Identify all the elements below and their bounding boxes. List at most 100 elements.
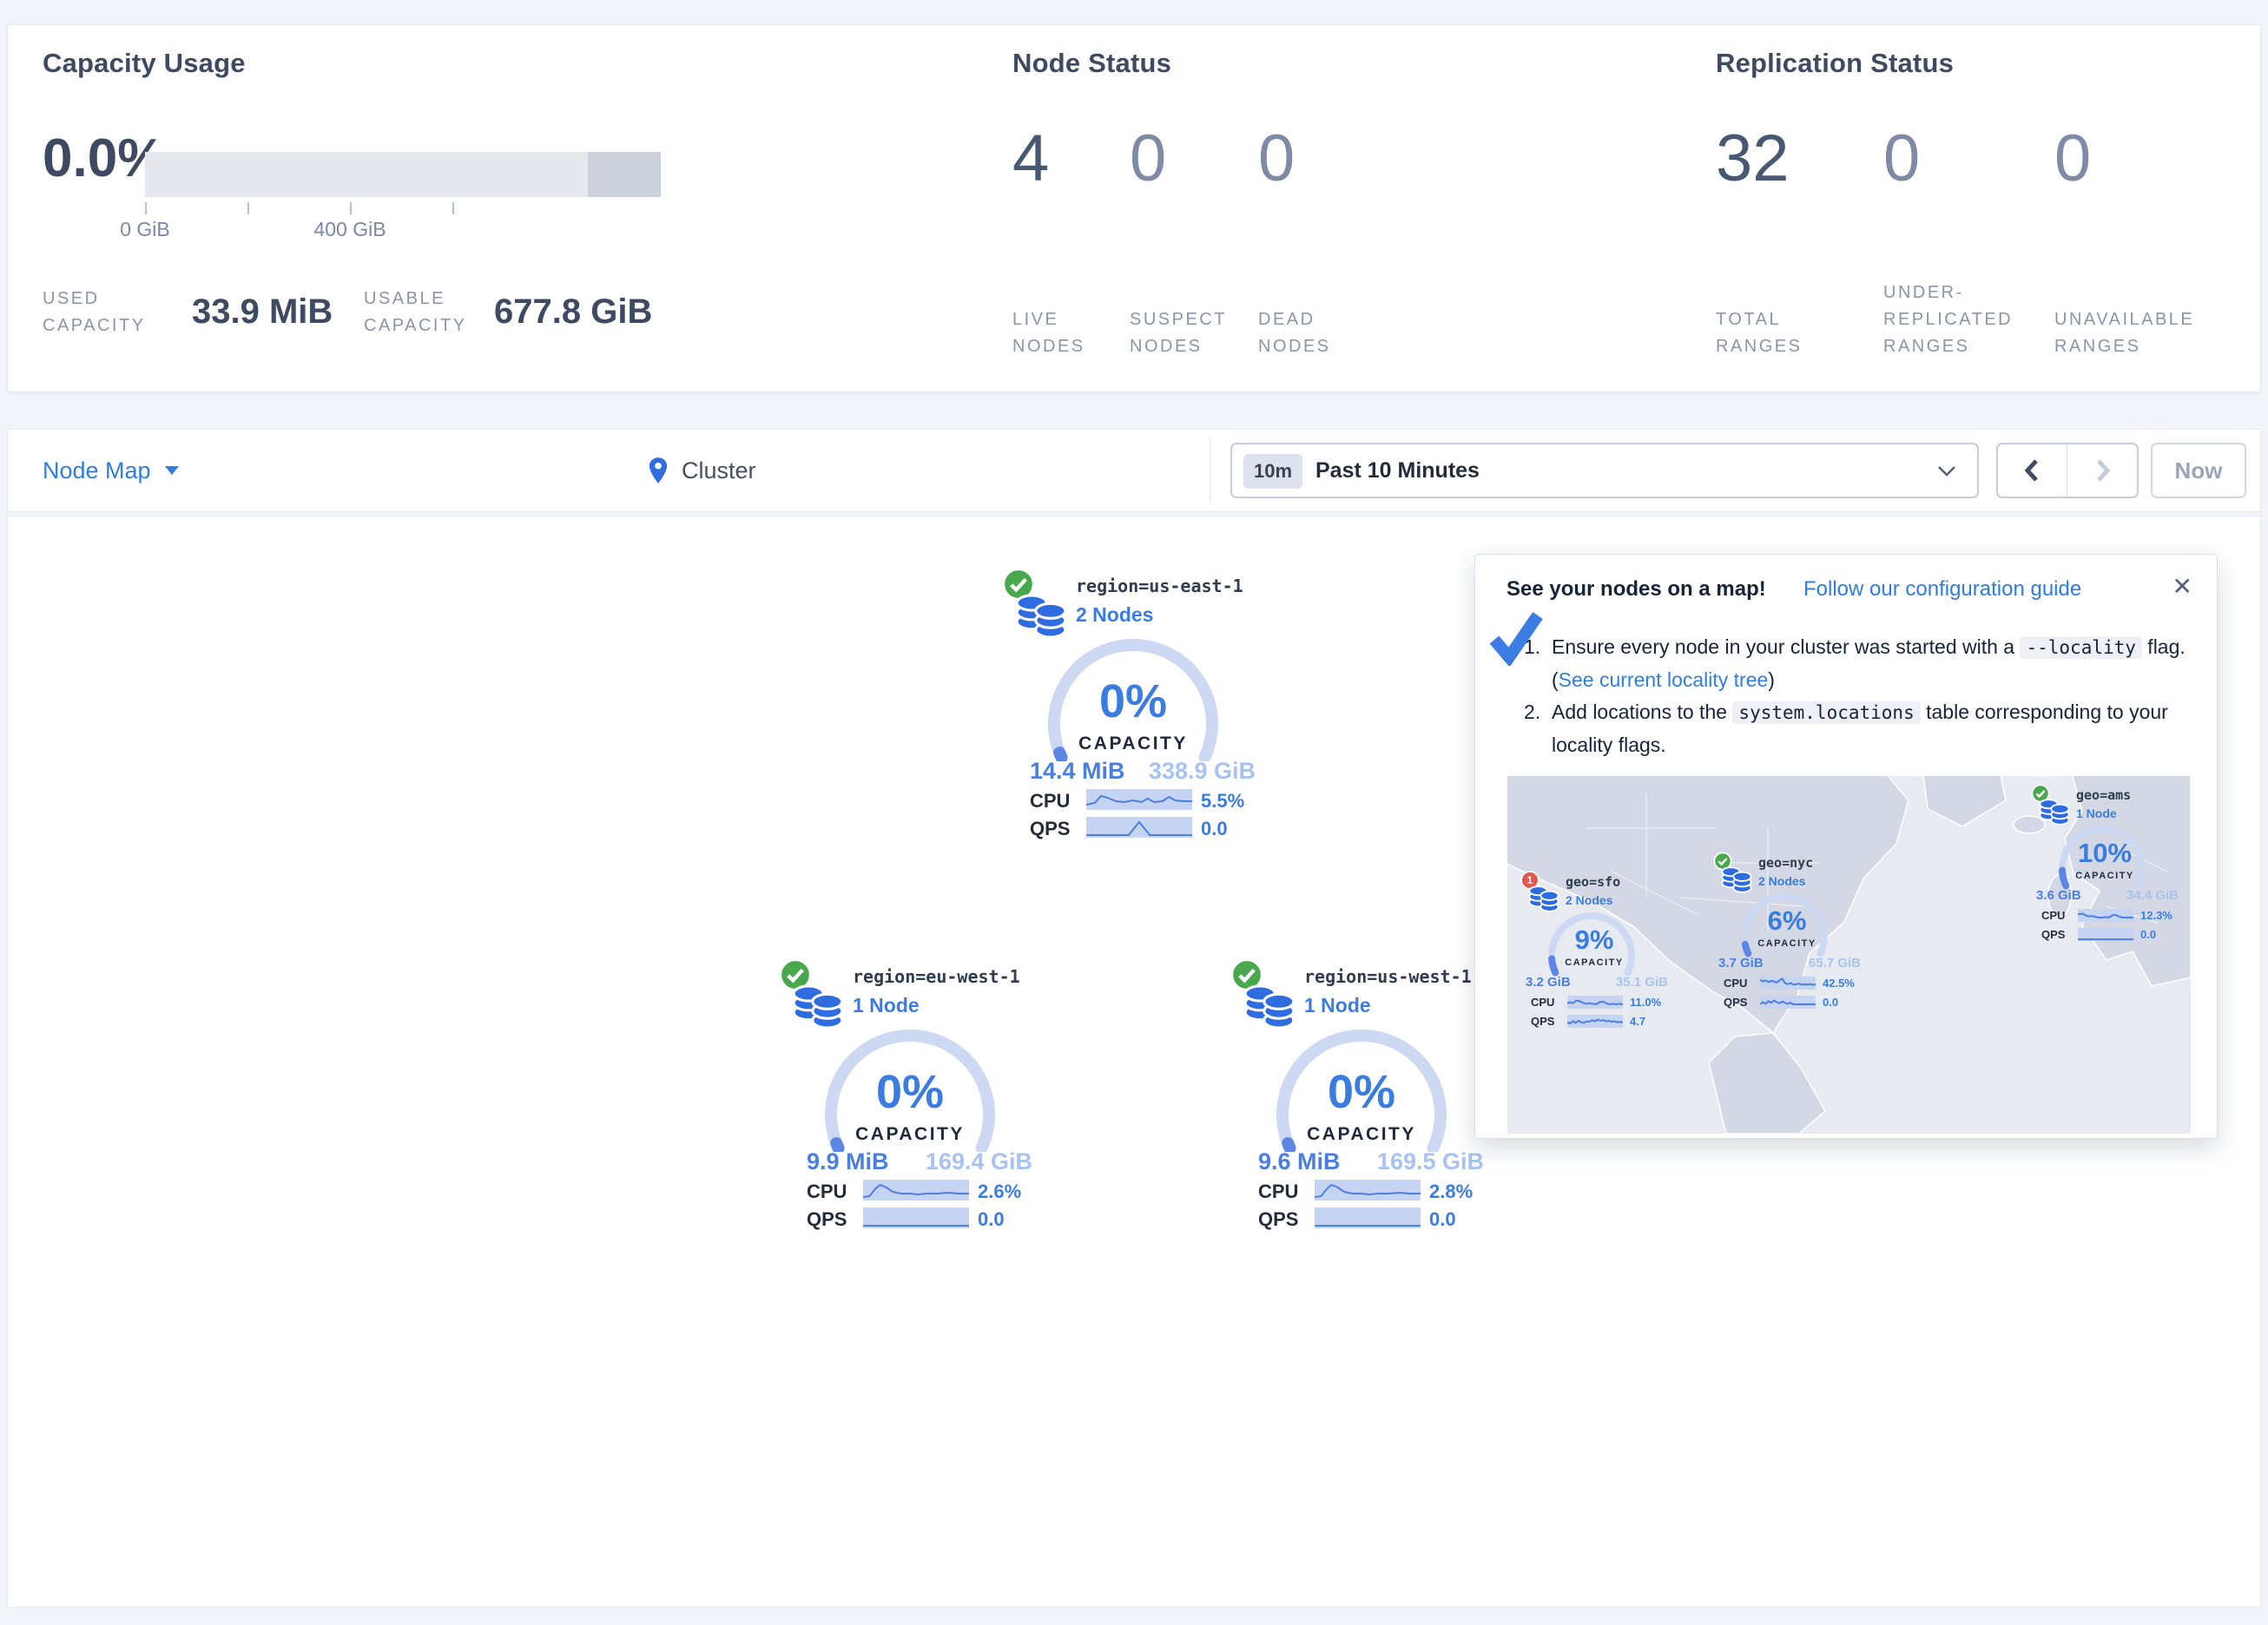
qps-row: QPS 0.0 [1258,1207,1545,1230]
time-step-controls [1996,443,2139,498]
capacity-caption: CAPACITY [1731,938,1843,949]
capacity-percent: 0% [814,1065,1005,1119]
cluster-overview-page: Capacity Usage 0.0% 0 GiB 400 GiB USED C… [0,0,2268,1625]
capacity-caption: CAPACITY [1538,957,1651,968]
now-button[interactable]: Now [2151,443,2246,498]
map-pin-icon [647,457,669,484]
previous-interval-button[interactable] [1998,444,2067,497]
map-node-eu-west-1: region=eu-west-1 1 Node 0% CAPACITY 9.9 … [768,949,1167,1253]
step-complete-check-icon [1487,609,1545,670]
capacity-caption: CAPACITY [814,1124,1005,1145]
capacity-total-value: 169.5 GiB [1362,1148,1484,1175]
qps-sparkline [1315,1207,1421,1228]
setup-step-2: 2. Add locations to the system.locations… [1524,696,2198,761]
cpu-sparkline [1086,789,1192,810]
time-range-label: Past 10 Minutes [1315,444,1480,497]
qps-label: QPS [807,1208,847,1231]
cpu-label: CPU [1258,1181,1298,1203]
example-map-image: 1 geo=sfo 2 Nodes 9% CAPACITY 3.2 GiB 35… [1507,776,2191,1134]
cpu-label: CPU [1531,996,1554,1009]
chevron-down-icon [1937,465,1956,477]
usable-capacity-value: 677.8 GiB [494,293,652,332]
setup-step-1: 1. Ensure every node in your cluster was… [1524,631,2198,696]
capacity-reserved-segment [588,152,661,197]
unavailable-ranges-label: UNAVAILABLE RANGES [2054,306,2228,360]
time-range-dropdown[interactable]: 10m Past 10 Minutes [1230,443,1979,498]
qps-label: QPS [1030,818,1070,840]
qps-row: QPS 0.0 [1030,817,1316,839]
setup-steps: 1. Ensure every node in your cluster was… [1524,631,2198,761]
capacity-total-value: 169.4 GiB [911,1148,1032,1175]
qps-sparkline [863,1207,969,1228]
capacity-used-value: 3.7 GiB [1718,956,1764,970]
popup-title: See your nodes on a map! [1507,577,1766,602]
capacity-total-value: 35.1 GiB [1593,975,1668,990]
step-number: 2. [1524,696,1552,761]
capacity-percent: 6% [1731,905,1843,937]
axis-tick [350,202,352,214]
step-text-part: Ensure every node in your cluster was st… [1552,635,2020,658]
capacity-usage-bar [145,152,661,197]
cpu-row: CPU 42.5% [1724,977,1869,990]
cpu-sparkline [1567,996,1623,1009]
chevron-down-icon [165,466,179,475]
qps-value: 0.0 [1201,818,1228,840]
next-interval-button[interactable] [2067,444,2137,497]
cpu-label: CPU [1030,790,1070,812]
live-nodes-count: 4 [1012,121,1049,196]
live-nodes-label: LIVE NODES [1012,306,1117,360]
capacity-percent: 0% [1038,674,1229,728]
dead-nodes-label: DEAD NODES [1258,306,1362,360]
qps-label: QPS [2041,928,2065,941]
mini-node-nyc: geo=nyc 2 Nodes 6% CAPACITY 3.7 GiB 65.7… [1713,850,1869,1023]
cpu-row: CPU 12.3% [2041,909,2187,923]
cpu-label: CPU [1724,977,1747,990]
qps-label: QPS [1258,1208,1298,1231]
dead-nodes-count: 0 [1258,121,1295,196]
nodes-count-link: 2 Nodes [1566,893,1612,907]
locality-title: geo=sfo [1566,874,1620,890]
cpu-value: 12.3% [2140,909,2172,922]
mini-node-sfo: 1 geo=sfo 2 Nodes 9% CAPACITY 3.2 GiB 35… [1520,869,1677,1043]
cpu-sparkline [2078,909,2133,922]
nodes-count-link[interactable]: 1 Node [1304,994,1371,1017]
unavailable-ranges-count: 0 [2054,121,2091,196]
nodes-count-link: 1 Node [2076,806,2117,820]
cpu-label: CPU [807,1181,847,1203]
cpu-row: CPU 5.5% [1030,789,1316,812]
under-replicated-count: 0 [1883,121,1920,196]
step-text-part: Add locations to the [1552,701,1732,723]
capacity-caption: CAPACITY [1266,1124,1457,1145]
axis-tick [145,202,147,214]
chevron-left-icon [2021,457,2044,484]
step-text: Add locations to the system.locations ta… [1552,696,2198,761]
capacity-total-value: 338.9 GiB [1134,758,1256,785]
axis-tick [452,202,454,214]
cpu-sparkline [1315,1180,1421,1201]
capacity-percent: 0% [1266,1065,1457,1119]
configuration-guide-link[interactable]: Follow our configuration guide [1803,577,2081,602]
close-icon[interactable]: ✕ [2172,572,2192,601]
cpu-row: CPU 2.8% [1258,1180,1545,1202]
cpu-sparkline [863,1180,969,1201]
region-title: region=us-east-1 [1076,576,1243,596]
breadcrumb[interactable]: Cluster [647,430,756,511]
nodes-count-link: 2 Nodes [1758,874,1805,888]
qps-sparkline [1567,1015,1623,1028]
qps-row: QPS 4.7 [1531,1015,1677,1029]
capacity-total-value: 34.4 GiB [2104,888,2179,903]
qps-row: QPS 0.0 [1724,996,1869,1010]
map-toolbar: Node Map Cluster 10m Past 10 Minutes [7,429,2261,512]
capacity-usage-title: Capacity Usage [43,48,246,79]
locality-tree-link[interactable]: See current locality tree [1559,668,1769,691]
nodes-count-link[interactable]: 2 Nodes [1076,603,1153,627]
node-status-title: Node Status [1012,48,1171,79]
qps-label: QPS [1724,996,1747,1009]
cluster-summary-bar: Capacity Usage 0.0% 0 GiB 400 GiB USED C… [7,24,2261,392]
step-text-part: ) [1768,668,1775,691]
nodes-count-link[interactable]: 1 Node [853,994,920,1017]
view-mode-dropdown[interactable]: Node Map [43,430,179,511]
capacity-used-value: 3.6 GiB [2036,888,2081,903]
used-capacity-value: 33.9 MiB [192,293,333,332]
suspect-nodes-label: SUSPECT NODES [1130,306,1243,360]
